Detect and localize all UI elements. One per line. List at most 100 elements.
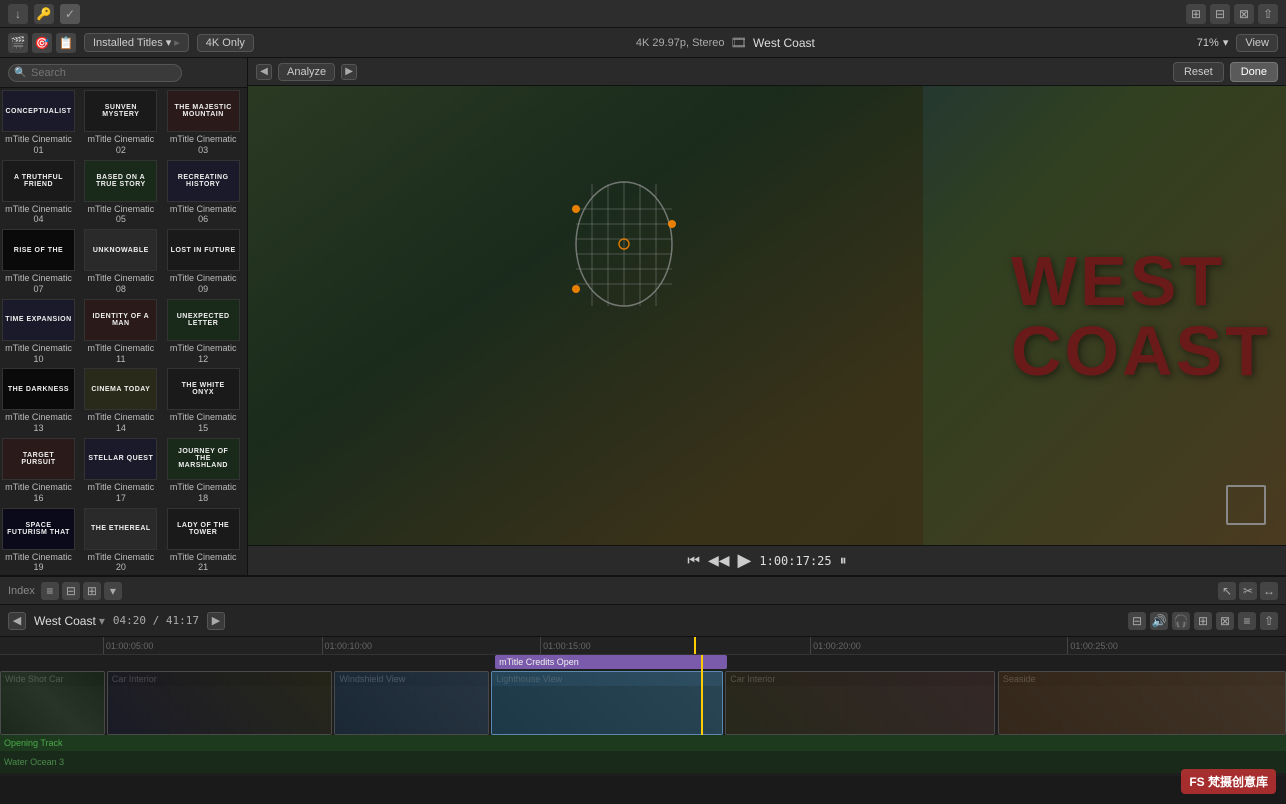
key-icon[interactable]: 🔑 — [34, 4, 54, 24]
title-thumb-12: UNEXPECTED LETTER — [167, 299, 240, 341]
panel-header — [0, 58, 247, 88]
title-item-1[interactable]: CONCEPTUALIST mTitle Cinematic 01 — [0, 88, 77, 158]
quality-dropdown[interactable]: 4K Only — [197, 34, 254, 52]
title-item-14[interactable]: CINEMA TODAY mTitle Cinematic 14 — [82, 366, 159, 436]
export-icon[interactable]: ⇧ — [1258, 4, 1278, 24]
check-icon[interactable]: ✓ — [60, 4, 80, 24]
watermark: FS 梵摄创意库 — [1181, 769, 1276, 794]
title-thumb-6: RECREATING HISTORY — [167, 160, 240, 202]
analyze-button[interactable]: Analyze — [278, 63, 335, 81]
tl-ctrl-2[interactable]: 🔊 — [1150, 612, 1168, 630]
title-item-16[interactable]: TARGET PURSUIT mTitle Cinematic 16 — [0, 436, 77, 506]
done-button[interactable]: Done — [1230, 62, 1278, 82]
tl-ctrl-1[interactable]: ⊟ — [1128, 612, 1146, 630]
viewer-bottom-bar: ⏮ ◀◀ ▶ 1:00:17:25 ⏸ — [248, 545, 1286, 575]
search-input[interactable] — [8, 64, 182, 82]
title-item-18[interactable]: JOURNEY OF THE MARSHLAND mTitle Cinemati… — [165, 436, 242, 506]
title-item-3[interactable]: THE MAJESTIC MOUNTAIN mTitle Cinematic 0… — [165, 88, 242, 158]
timeline-icon-3[interactable]: ⊞ — [83, 582, 101, 600]
clip-timecode: 04:20 / 41:17 — [113, 614, 199, 627]
resolution-label: 4K 29.97p, Stereo — [636, 37, 725, 49]
grid-icon-3[interactable]: ⊠ — [1234, 4, 1254, 24]
zoom-control[interactable]: 71% ▾ — [1197, 36, 1229, 49]
view-button[interactable]: View — [1236, 34, 1278, 52]
title-item-4[interactable]: A TRUTHFUL FRIEND mTitle Cinematic 04 — [0, 158, 77, 228]
timeline-icon-1[interactable]: ≡ — [41, 582, 59, 600]
video-frame: WEST COAST — [248, 86, 1286, 545]
ruler-mark-2: 01:00:10:00 — [322, 637, 373, 654]
timeline-dropdown[interactable]: ▾ — [104, 582, 122, 600]
tl-ctrl-6[interactable]: ≡ — [1238, 612, 1256, 630]
opening-track: Opening Track — [0, 735, 1286, 751]
search-wrapper — [8, 64, 239, 82]
nav-next[interactable]: ▶ — [207, 612, 225, 630]
title-item-20[interactable]: THE ETHEREAL mTitle Cinematic 20 — [82, 506, 159, 575]
title-thumb-13: The Darkness — [2, 368, 75, 410]
second-toolbar: 🎬 🎯 📋 Installed Titles ▾ ▸ 4K Only 4K 29… — [0, 28, 1286, 58]
timeline-tracks: mTitle Credits Open Wide Shot Car Car In… — [0, 655, 1286, 735]
left-panel: CONCEPTUALIST mTitle Cinematic 01 SUNVEN… — [0, 58, 248, 575]
timeline-nav: ◀ West Coast ▾ 04:20 / 41:17 ▶ ⊟ 🔊 🎧 ⊞ ⊠… — [0, 605, 1286, 637]
title-item-15[interactable]: the WHITE ONYX mTitle Cinematic 15 — [165, 366, 242, 436]
nav-prev[interactable]: ◀ — [8, 612, 26, 630]
title-item-9[interactable]: Lost in future mTitle Cinematic 09 — [165, 227, 242, 297]
clip-wide-shot-car[interactable]: Wide Shot Car — [0, 671, 105, 735]
tl-ctrl-4[interactable]: ⊞ — [1194, 612, 1212, 630]
title-item-12[interactable]: UNEXPECTED LETTER mTitle Cinematic 12 — [165, 297, 242, 367]
title-item-10[interactable]: TIME EXPANSION mTitle Cinematic 10 — [0, 297, 77, 367]
title-item-21[interactable]: LADY of the TOWER mTitle Cinematic 21 — [165, 506, 242, 575]
step-back-button[interactable]: ◀◀ — [708, 552, 730, 569]
grid-icon-1[interactable]: ⊞ — [1186, 4, 1206, 24]
title-item-8[interactable]: UNKNOWABLE mTitle Cinematic 08 — [82, 227, 159, 297]
timeline-ruler: 01:00:05:00 01:00:10:00 01:00:15:00 01:0… — [0, 637, 1286, 655]
play-button[interactable]: ▶ — [738, 550, 752, 571]
titles-dropdown[interactable]: Installed Titles ▾ ▸ — [84, 33, 189, 52]
tl-ctrl-3[interactable]: 🎧 — [1172, 612, 1190, 630]
app-icon-1[interactable]: 🎬 — [8, 33, 28, 53]
download-icon[interactable]: ↓ — [8, 4, 28, 24]
cursor-icon[interactable]: ↖ — [1218, 582, 1236, 600]
title-thumb-18: JOURNEY OF THE MARSHLAND — [167, 438, 240, 480]
title-item-5[interactable]: BASED ON A TRUE STORY mTitle Cinematic 0… — [82, 158, 159, 228]
title-thumb-5: BASED ON A TRUE STORY — [84, 160, 157, 202]
tool-icon-1[interactable]: ✂ — [1239, 582, 1257, 600]
title-item-11[interactable]: IDENTITY OF A MAN mTitle Cinematic 11 — [82, 297, 159, 367]
title-clip[interactable]: mTitle Credits Open — [495, 655, 726, 669]
app-icon-3[interactable]: 📋 — [56, 33, 76, 53]
tool-icon-2[interactable]: ↔ — [1260, 582, 1278, 600]
title-item-7[interactable]: RISE OF THE mTitle Cinematic 07 — [0, 227, 77, 297]
reset-button[interactable]: Reset — [1173, 62, 1224, 82]
clip-title-nav: West Coast ▾ — [34, 614, 105, 628]
timeline-icon-2[interactable]: ⊟ — [62, 582, 80, 600]
clip-lighthouse[interactable]: Lighthouse View — [491, 671, 722, 735]
title-item-13[interactable]: The Darkness mTitle Cinematic 13 — [0, 366, 77, 436]
ruler-mark-3: 01:00:15:00 — [540, 637, 591, 654]
pause-button[interactable]: ⏸ — [840, 552, 847, 569]
title-item-19[interactable]: SPACE FUTURISM THAT mTitle Cinematic 19 — [0, 506, 77, 575]
title-item-2[interactable]: SUNVEN MYSTERY mTitle Cinematic 02 — [82, 88, 159, 158]
tl-ctrl-5[interactable]: ⊠ — [1216, 612, 1234, 630]
top-toolbar: ↓ 🔑 ✓ ⊞ ⊟ ⊠ ⇧ — [0, 0, 1286, 28]
film-icon: 🎞 — [731, 35, 748, 51]
video-track: Wide Shot Car Car Interior Windshield Vi… — [0, 669, 1286, 735]
title-item-17[interactable]: STELLAR QUEST mTitle Cinematic 17 — [82, 436, 159, 506]
app-icon-2[interactable]: 🎯 — [32, 33, 52, 53]
clip-car-interior-2[interactable]: Car Interior — [725, 671, 995, 735]
clip-car-interior-1[interactable]: Car Interior — [107, 671, 332, 735]
timecode-display: 1:00:17:25 — [759, 554, 831, 568]
grid-icon-2[interactable]: ⊟ — [1210, 4, 1230, 24]
nav-right-icon[interactable]: ▶ — [341, 64, 357, 80]
viewer-area: ◀ Analyze ▶ Reset Done — [248, 58, 1286, 575]
tl-ctrl-7[interactable]: ⇧ — [1260, 612, 1278, 630]
title-thumb-8: UNKNOWABLE — [84, 229, 157, 271]
clip-seaside[interactable]: Seaside — [998, 671, 1286, 735]
title-thumb-1: CONCEPTUALIST — [2, 90, 75, 132]
title-item-6[interactable]: RECREATING HISTORY mTitle Cinematic 06 — [165, 158, 242, 228]
title-thumb-9: Lost in future — [167, 229, 240, 271]
rewind-button[interactable]: ⏮ — [687, 552, 700, 569]
nav-left-icon[interactable]: ◀ — [256, 64, 272, 80]
safe-area-indicator — [1226, 485, 1266, 525]
ruler-mark-5: 01:00:25:00 — [1067, 637, 1118, 654]
title-thumb-14: CINEMA TODAY — [84, 368, 157, 410]
clip-windshield[interactable]: Windshield View — [334, 671, 488, 735]
